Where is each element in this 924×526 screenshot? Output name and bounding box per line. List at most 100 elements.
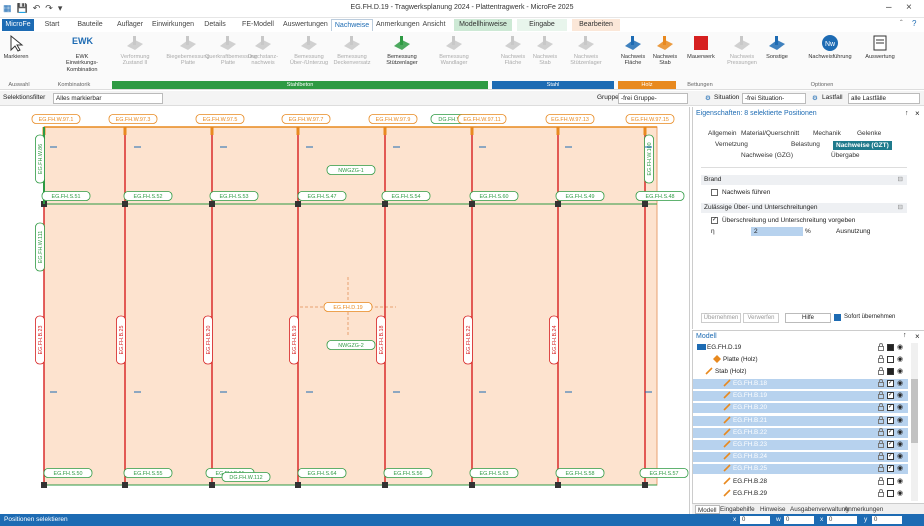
beam-label[interactable]: EG.FH.B.25 <box>116 315 126 365</box>
eye-icon[interactable]: ◉ <box>897 355 903 365</box>
tab-ansicht[interactable]: Ansicht <box>418 19 450 31</box>
panel-tab-anmerkungen[interactable]: Anmerkungen <box>844 505 883 514</box>
y-field[interactable]: 0 <box>872 516 902 524</box>
visibility-checkbox[interactable] <box>887 368 894 375</box>
visibility-checkbox[interactable] <box>887 344 894 351</box>
support-label[interactable]: EG.FH.S.48 <box>635 191 685 201</box>
support-label[interactable]: EG.FH.S.49 <box>555 191 605 201</box>
prop-tab-material-querschnitt[interactable]: Material/Querschnitt <box>741 130 799 137</box>
wall-label[interactable]: EG.FH.W.86 <box>35 134 45 184</box>
support-label[interactable]: EG.FH.S.58 <box>555 468 605 478</box>
tab-nachweise[interactable]: Nachweise <box>331 19 373 31</box>
close-icon[interactable]: × <box>906 2 912 13</box>
support-label[interactable]: EG.FH.S.60 <box>469 191 519 201</box>
support-label[interactable]: EG.FH.S.55 <box>123 468 173 478</box>
eye-icon[interactable]: ◉ <box>897 416 903 426</box>
tree-stab[interactable]: Stab (Holz) ◉ <box>693 367 908 377</box>
eye-icon[interactable]: ◉ <box>897 440 903 450</box>
lock-icon[interactable] <box>878 415 884 428</box>
tree-item[interactable]: EG.FH.B.20 ✓ ◉ <box>693 403 908 414</box>
tree-item[interactable]: EG.FH.B.22 ✓ ◉ <box>693 427 908 438</box>
structure-drawing[interactable]: EG.FH.W.97.1 EG.FH.W.97.3 EG.FH.W.97.5 EG.F… <box>0 107 690 514</box>
visibility-checkbox[interactable]: ✓ <box>887 428 894 436</box>
visibility-checkbox[interactable] <box>887 356 894 363</box>
eye-icon[interactable]: ◉ <box>897 428 903 438</box>
lastfall-dropdown[interactable]: alle Lastfälle <box>848 93 920 104</box>
nachweis-checkbox[interactable] <box>711 189 718 196</box>
column-node[interactable] <box>122 201 128 207</box>
gruppe-dropdown[interactable]: -frei Gruppe- <box>618 93 688 104</box>
wall-label[interactable]: EG.FH.W.97.11 <box>457 114 507 124</box>
ueber-checkbox[interactable]: ✓ <box>711 217 718 224</box>
hilfe-button[interactable]: Hilfe <box>785 313 831 323</box>
wall-label[interactable]: EG.FH.W.97.3 <box>108 114 158 124</box>
tree-item[interactable]: EG.FH.B.24 ✓ ◉ <box>693 452 908 463</box>
tab-auswertungen[interactable]: Auswertungen <box>283 19 328 31</box>
support-label[interactable]: EG.FH.S.53 <box>209 191 259 201</box>
ribbon-button-19[interactable]: Auswertung <box>858 34 902 60</box>
support-label[interactable]: DG.FH.W.112 <box>221 472 271 482</box>
tree-item[interactable]: EG.FH.B.18 ✓ ◉ <box>693 379 908 389</box>
close-panel-icon[interactable]: × <box>915 109 920 118</box>
ribbon-button-5[interactable]: Durchstanz-nachweis <box>244 34 282 67</box>
prop-tab-belastung[interactable]: Belastung <box>791 141 820 148</box>
lock-icon[interactable] <box>878 343 884 355</box>
column-node[interactable] <box>295 201 301 207</box>
lock-icon[interactable] <box>878 379 884 391</box>
tree-item[interactable]: EG.FH.B.23 ✓ ◉ <box>693 440 908 450</box>
tab-bearbeiten[interactable]: Bearbeiten <box>572 19 620 31</box>
tab-modellhinweise[interactable]: Modellhinweise <box>454 19 512 31</box>
eye-icon[interactable]: ◉ <box>897 391 903 401</box>
visibility-checkbox[interactable] <box>887 489 894 497</box>
ribbon-button-11[interactable]: Nachweis Stab <box>530 34 560 67</box>
collapse-ribbon-icon[interactable]: ˆ <box>900 19 903 28</box>
beam-label[interactable]: EG.FH.B.20 <box>203 315 213 365</box>
column-node[interactable] <box>555 482 561 488</box>
column-node[interactable] <box>555 201 561 207</box>
visibility-checkbox[interactable]: ✓ <box>887 453 894 461</box>
panel-tab-ausgabenverwaltung[interactable]: Ausgabenverwaltung <box>790 505 849 514</box>
wall-label[interactable]: EG.FH.W.97.7 <box>281 114 331 124</box>
beam-label[interactable]: EG.FH.B.18 <box>376 315 386 365</box>
eye-icon[interactable]: ◉ <box>897 489 903 499</box>
eye-icon[interactable]: ◉ <box>897 452 903 462</box>
prop-tab-vernetzung[interactable]: Vernetzung <box>715 141 748 148</box>
brand-section[interactable]: Brand ⊟ <box>701 175 907 185</box>
close-panel-icon[interactable]: × <box>915 332 920 341</box>
lock-icon[interactable] <box>878 355 884 367</box>
wall-label[interactable]: EG.FH.W.100 <box>644 134 654 184</box>
tab-fe-modell[interactable]: FE-Modell <box>237 19 279 31</box>
tab-bauteile[interactable]: Bauteile <box>72 19 108 31</box>
eye-icon[interactable]: ◉ <box>897 477 903 487</box>
support-label[interactable]: EG.FH.S.64 <box>297 468 347 478</box>
pin-icon[interactable]: ↑ <box>903 332 907 339</box>
selection-filter-dropdown[interactable]: Alles markierbar <box>53 93 163 104</box>
x-field[interactable]: 0 <box>740 516 770 524</box>
tree-root[interactable]: EG.FH.D.19 ◉ <box>693 343 908 353</box>
lock-icon[interactable] <box>878 476 884 489</box>
ribbon-button-0[interactable]: Markieren <box>2 34 30 60</box>
nwgzg-label[interactable]: NWGZG-1 <box>326 165 376 175</box>
tree-item[interactable]: EG.FH.B.28 ◉ <box>693 476 908 489</box>
panel-tab-modell[interactable]: Modell <box>695 505 720 514</box>
tab-microfe[interactable]: MicroFe <box>2 19 34 31</box>
tree-platte[interactable]: Platte (Holz) ◉ <box>693 355 908 365</box>
column-node[interactable] <box>469 201 475 207</box>
tree-item[interactable]: EG.FH.B.25 ✓ ◉ <box>693 464 908 475</box>
w-field[interactable]: 0 <box>784 516 814 524</box>
tab-start[interactable]: Start <box>37 19 67 31</box>
tab-einwirkungen[interactable]: Einwirkungen <box>152 19 194 31</box>
ribbon-button-17[interactable]: Sonstige <box>760 34 794 60</box>
tab-eingabe[interactable]: Eingabe <box>517 19 567 31</box>
visibility-checkbox[interactable]: ✓ <box>887 441 894 448</box>
minimize-icon[interactable]: – <box>886 2 892 13</box>
column-node[interactable] <box>209 201 215 207</box>
ribbon-button-10[interactable]: Nachweis Fläche <box>498 34 528 67</box>
prop-tab--bergabe[interactable]: Übergabe <box>831 152 860 159</box>
xf-field[interactable]: 0 <box>827 516 857 524</box>
beam-label[interactable]: EG.FH.B.24 <box>549 315 559 365</box>
support-label[interactable]: EG.FH.S.56 <box>383 468 433 478</box>
lock-icon[interactable] <box>878 367 884 379</box>
panel-tab-hinweise[interactable]: Hinweise <box>760 505 786 514</box>
tab-anmerkungen[interactable]: Anmerkungen <box>376 19 420 31</box>
